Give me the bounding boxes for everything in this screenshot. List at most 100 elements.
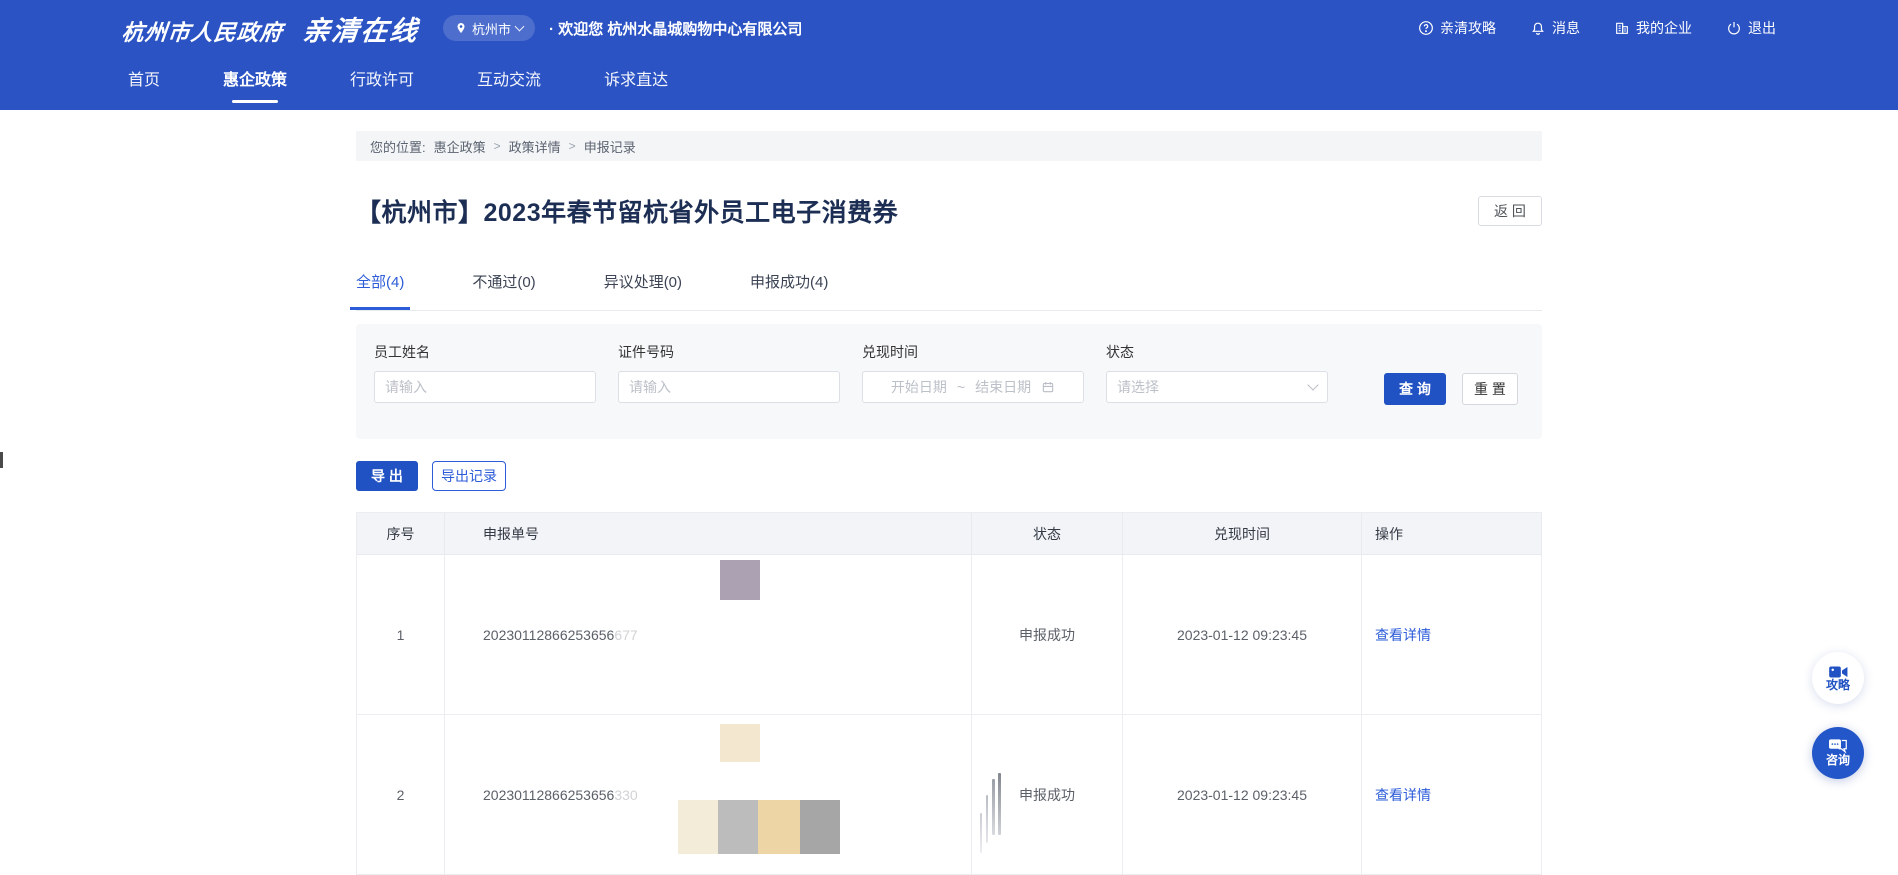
redeem-time-field: 兑现时间 开始日期 ~ 结束日期 [862, 342, 1084, 439]
end-date-placeholder: 结束日期 [975, 377, 1031, 397]
blur-artifact [980, 813, 982, 853]
id-number-label: 证件号码 [618, 342, 840, 362]
blur-artifact [998, 773, 1001, 835]
row-status: 申报成功 [972, 555, 1123, 715]
guide-link[interactable]: 亲清攻略 [1418, 18, 1496, 38]
guide-link-label: 亲清攻略 [1440, 18, 1496, 38]
view-detail-link[interactable]: 查看详情 [1375, 785, 1431, 805]
redeem-time-label: 兑现时间 [862, 342, 1084, 362]
order-number-visible: 20230112866253656 [483, 787, 614, 803]
breadcrumb-separator: > [569, 139, 576, 153]
my-enterprise-link[interactable]: 我的企业 [1614, 18, 1692, 38]
guide-float-label: 攻略 [1826, 679, 1850, 692]
date-range-separator: ~ [957, 379, 965, 395]
calendar-icon [1041, 380, 1055, 394]
nav-item-interaction[interactable]: 互动交流 [477, 56, 541, 110]
question-circle-icon [1418, 20, 1434, 36]
nav-item-home[interactable]: 首页 [128, 56, 160, 110]
redacted-block [720, 724, 760, 762]
reset-button[interactable]: 重 置 [1462, 373, 1518, 405]
export-button[interactable]: 导 出 [356, 461, 418, 491]
view-detail-link[interactable]: 查看详情 [1375, 625, 1431, 645]
breadcrumb-item-policy-detail[interactable]: 政策详情 [509, 137, 561, 156]
col-header-action: 操作 [1362, 513, 1542, 555]
employee-name-field: 员工姓名 [374, 342, 596, 439]
export-records-button[interactable]: 导出记录 [432, 461, 506, 491]
tab-rejected[interactable]: 不通过(0) [472, 271, 535, 310]
site-header: 杭州市人民政府 亲清在线 杭州市 · 欢迎您 杭州水晶城购物中心有限公司 亲清攻… [0, 0, 1898, 110]
nav-item-appeal[interactable]: 诉求直达 [604, 56, 668, 110]
breadcrumb-separator: > [494, 139, 501, 153]
date-range-picker[interactable]: 开始日期 ~ 结束日期 [862, 371, 1084, 403]
status-select-placeholder: 请选择 [1117, 377, 1159, 397]
header-quick-links: 亲清攻略 消息 我的企业 退出 [1418, 18, 1776, 38]
row-order-number: 20230112866253656677 [445, 555, 972, 715]
redacted-block [720, 560, 760, 600]
redacted-block [800, 800, 840, 854]
status-select[interactable]: 请选择 [1106, 371, 1328, 403]
employee-name-label: 员工姓名 [374, 342, 596, 362]
page-title: 【杭州市】2023年春节留杭省外员工电子消费券 [356, 193, 898, 229]
building-icon [1614, 20, 1630, 36]
nav-item-administrative-license[interactable]: 行政许可 [350, 56, 414, 110]
row-redeem-time: 2023-01-12 09:23:45 [1123, 715, 1362, 875]
col-header-order-number: 申报单号 [445, 513, 972, 555]
status-label: 状态 [1106, 342, 1328, 362]
search-button[interactable]: 查 询 [1384, 373, 1446, 405]
bell-icon [1530, 20, 1546, 36]
row-index: 2 [357, 715, 445, 875]
start-date-placeholder: 开始日期 [891, 377, 947, 397]
logo-government-text: 杭州市人民政府 [120, 15, 284, 47]
tab-success[interactable]: 申报成功(4) [750, 271, 828, 310]
tab-all[interactable]: 全部(4) [356, 271, 404, 310]
back-button[interactable]: 返 回 [1478, 196, 1542, 226]
col-header-index: 序号 [357, 513, 445, 555]
id-number-field: 证件号码 [618, 342, 840, 439]
employee-name-input[interactable] [385, 379, 585, 395]
redacted-block [678, 800, 718, 854]
main-nav: 首页 惠企政策 行政许可 互动交流 诉求直达 [0, 56, 1898, 110]
video-camera-icon [1829, 665, 1848, 679]
edge-artifact [0, 452, 3, 468]
breadcrumb-prefix: 您的位置: [370, 137, 426, 156]
row-index: 1 [357, 555, 445, 715]
row-action: 查看详情 [1362, 555, 1542, 715]
location-pin-icon [455, 21, 467, 35]
export-toolbar: 导 出 导出记录 [356, 461, 1542, 491]
order-number-faded: 330 [614, 787, 637, 803]
messages-link[interactable]: 消息 [1530, 18, 1580, 38]
chat-bubble-icon [1828, 739, 1848, 754]
order-number-faded: 677 [614, 627, 637, 643]
id-number-input[interactable] [629, 379, 829, 395]
redacted-block [718, 800, 758, 854]
site-logo: 杭州市人民政府 亲清在线 [122, 9, 419, 48]
blur-artifact [986, 795, 988, 843]
blur-artifact [992, 779, 995, 835]
order-number-visible: 20230112866253656 [483, 627, 614, 643]
messages-link-label: 消息 [1552, 18, 1580, 38]
my-enterprise-link-label: 我的企业 [1636, 18, 1692, 38]
main-content: 您的位置: 惠企政策 > 政策详情 > 申报记录 【杭州市】2023年春节留杭省… [356, 131, 1542, 875]
logout-link[interactable]: 退出 [1726, 18, 1776, 38]
nav-item-enterprise-policy[interactable]: 惠企政策 [223, 56, 287, 110]
chevron-down-icon [1307, 379, 1318, 390]
breadcrumb: 您的位置: 惠企政策 > 政策详情 > 申报记录 [356, 131, 1542, 161]
chevron-down-icon [515, 22, 525, 32]
filter-panel: 员工姓名 证件号码 兑现时间 开始日期 ~ 结束日期 状态 [356, 324, 1542, 439]
breadcrumb-item-policy[interactable]: 惠企政策 [434, 137, 486, 156]
region-label: 杭州市 [472, 19, 511, 38]
col-header-status: 状态 [972, 513, 1123, 555]
row-action: 查看详情 [1362, 715, 1542, 875]
welcome-text: · 欢迎您 杭州水晶城购物中心有限公司 [549, 18, 802, 39]
consult-float-button[interactable]: 咨询 [1812, 727, 1864, 779]
application-records-table: 序号 申报单号 状态 兑现时间 操作 1 2023011286625365667… [356, 512, 1542, 875]
region-selector[interactable]: 杭州市 [443, 15, 535, 41]
tab-dispute[interactable]: 异议处理(0) [604, 271, 682, 310]
power-icon [1726, 20, 1742, 36]
col-header-redeem-time: 兑现时间 [1123, 513, 1362, 555]
guide-float-button[interactable]: 攻略 [1812, 652, 1864, 704]
status-field: 状态 请选择 [1106, 342, 1328, 439]
status-tabs: 全部(4) 不通过(0) 异议处理(0) 申报成功(4) [356, 271, 1542, 311]
breadcrumb-item-application-records: 申报记录 [584, 137, 636, 156]
consult-float-label: 咨询 [1826, 754, 1850, 767]
